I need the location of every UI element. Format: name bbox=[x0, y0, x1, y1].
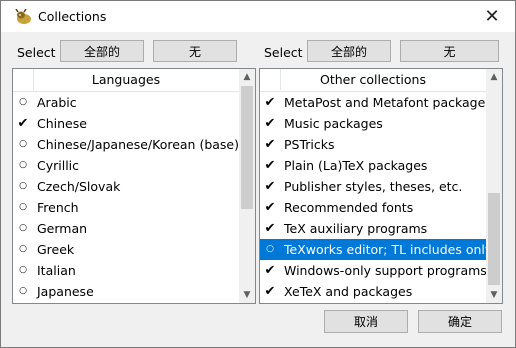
list-item-label: Recommended fonts bbox=[284, 200, 414, 215]
checkmark-icon[interactable]: ✔ bbox=[264, 134, 276, 155]
list-item[interactable]: ○ Japanese bbox=[13, 281, 239, 302]
list-item-label: Publisher styles, theses, etc. bbox=[284, 179, 463, 194]
list-item[interactable]: ○ German bbox=[13, 218, 239, 239]
scroll-up-arrow-icon[interactable]: ▲ bbox=[239, 69, 255, 85]
scroll-down-arrow-icon[interactable]: ▼ bbox=[239, 287, 255, 303]
left-select-label: Select bbox=[17, 45, 56, 60]
list-item-label: MetaPost and Metafont packages bbox=[284, 95, 492, 110]
unchecked-bullet-icon[interactable]: ○ bbox=[17, 260, 29, 281]
other-collections-scrollbar[interactable]: ▲ ▼ bbox=[486, 69, 502, 303]
unchecked-bullet-icon[interactable]: ○ bbox=[17, 176, 29, 197]
right-select-label: Select bbox=[264, 45, 303, 60]
scroll-down-arrow-icon[interactable]: ▼ bbox=[486, 287, 502, 303]
right-select-none-button[interactable]: 无 bbox=[400, 40, 499, 62]
list-item[interactable]: ✔ TeX auxiliary programs bbox=[260, 218, 486, 239]
list-item-label: Chinese/Japanese/Korean (base) bbox=[37, 137, 240, 152]
unchecked-bullet-icon[interactable]: ○ bbox=[17, 134, 29, 155]
checkmark-icon[interactable]: ✔ bbox=[264, 155, 276, 176]
left-select-none-button[interactable]: 无 bbox=[153, 40, 237, 62]
languages-header-label: Languages bbox=[91, 72, 161, 87]
unchecked-bullet-icon[interactable]: ○ bbox=[17, 92, 29, 113]
checkmark-icon[interactable]: ✔ bbox=[17, 113, 29, 134]
languages-header: Languages bbox=[13, 69, 239, 92]
list-item-label: PSTricks bbox=[284, 137, 335, 152]
other-collections-header: Other collections bbox=[260, 69, 486, 92]
close-icon: ✕ bbox=[484, 6, 500, 27]
list-item-label: Chinese bbox=[37, 116, 87, 131]
list-item-label: French bbox=[37, 200, 79, 215]
list-item[interactable]: ○ Czech/Slovak bbox=[13, 176, 239, 197]
languages-list[interactable]: Languages ○ Arabic ✔ Chinese ○ Chinese/Japane… bbox=[12, 68, 256, 304]
right-select-all-button[interactable]: 全部的 bbox=[307, 40, 391, 62]
list-item[interactable]: ✔ PSTricks bbox=[260, 134, 486, 155]
scroll-thumb[interactable] bbox=[488, 193, 500, 285]
checkmark-icon[interactable]: ✔ bbox=[264, 92, 276, 113]
list-item-label: XeTeX and packages bbox=[284, 284, 413, 299]
unchecked-bullet-icon[interactable]: ○ bbox=[17, 281, 29, 302]
list-item[interactable]: ○ Greek bbox=[13, 239, 239, 260]
list-item[interactable]: ✔ Chinese bbox=[13, 113, 239, 134]
list-item-label: Windows-only support programs bbox=[284, 263, 487, 278]
list-item[interactable]: ○ Chinese/Japanese/Korean (base) bbox=[13, 134, 239, 155]
unchecked-bullet-icon[interactable]: ○ bbox=[17, 197, 29, 218]
list-item[interactable]: ○ TeXworks editor; TL includes only bbox=[260, 239, 492, 260]
other-collections-header-label: Other collections bbox=[320, 72, 426, 87]
list-item[interactable]: ✔ XeTeX and packages bbox=[260, 281, 486, 302]
checkmark-icon[interactable]: ✔ bbox=[264, 281, 276, 302]
list-item-label: TeXworks editor; TL includes only bbox=[284, 242, 493, 257]
cancel-button[interactable]: 取消 bbox=[324, 310, 408, 333]
list-item[interactable]: ○ Italian bbox=[13, 260, 239, 281]
list-item-label: Music packages bbox=[284, 116, 383, 131]
list-item[interactable]: ✔ Windows-only support programs bbox=[260, 260, 487, 281]
list-item[interactable]: ✔ Publisher styles, theses, etc. bbox=[260, 176, 486, 197]
list-item[interactable]: ○ Arabic bbox=[13, 92, 239, 113]
list-item-label: Arabic bbox=[37, 95, 77, 110]
list-item-label: German bbox=[37, 221, 88, 236]
ok-button[interactable]: 确定 bbox=[418, 310, 502, 333]
other-collections-items: ✔ MetaPost and Metafont packages ✔ Music pa… bbox=[260, 92, 492, 302]
list-item[interactable]: ✔ Plain (La)TeX packages bbox=[260, 155, 486, 176]
list-item-label: Greek bbox=[37, 242, 75, 257]
checkmark-icon[interactable]: ✔ bbox=[264, 176, 276, 197]
unchecked-bullet-icon[interactable]: ○ bbox=[17, 218, 29, 239]
list-item-label: Italian bbox=[37, 263, 76, 278]
list-item-label: Czech/Slovak bbox=[37, 179, 121, 194]
window-title: Collections bbox=[38, 9, 107, 24]
list-item[interactable]: ✔ MetaPost and Metafont packages bbox=[260, 92, 492, 113]
list-item-label: TeX auxiliary programs bbox=[284, 221, 428, 236]
list-item-label: Plain (La)TeX packages bbox=[284, 158, 428, 173]
title-bar: Collections ✕ bbox=[1, 1, 515, 32]
unchecked-bullet-icon[interactable]: ○ bbox=[17, 155, 29, 176]
languages-scrollbar[interactable]: ▲ ▼ bbox=[239, 69, 255, 303]
list-item[interactable]: ✔ Music packages bbox=[260, 113, 486, 134]
checkmark-icon[interactable]: ✔ bbox=[264, 260, 276, 281]
languages-items: ○ Arabic ✔ Chinese ○ Chinese/Japanese/Korean … bbox=[13, 92, 239, 302]
list-item[interactable]: ○ Cyrillic bbox=[13, 155, 239, 176]
unchecked-bullet-icon[interactable]: ○ bbox=[17, 239, 29, 260]
unchecked-bullet-icon[interactable]: ○ bbox=[264, 239, 276, 260]
list-item[interactable]: ✔ Recommended fonts bbox=[260, 197, 486, 218]
scroll-thumb[interactable] bbox=[241, 86, 253, 209]
collections-dialog: Collections ✕ Select 全部的 无 Select 全部的 无 … bbox=[0, 0, 516, 348]
list-item[interactable]: ○ French bbox=[13, 197, 239, 218]
other-collections-list[interactable]: Other collections ✔ MetaPost and Metafont… bbox=[259, 68, 503, 304]
checkmark-icon[interactable]: ✔ bbox=[264, 113, 276, 134]
list-item-label: Japanese bbox=[37, 284, 94, 299]
checkmark-icon[interactable]: ✔ bbox=[264, 218, 276, 239]
scroll-up-arrow-icon[interactable]: ▲ bbox=[486, 69, 502, 85]
list-item-label: Cyrillic bbox=[37, 158, 80, 173]
checkmark-icon[interactable]: ✔ bbox=[264, 197, 276, 218]
left-select-all-button[interactable]: 全部的 bbox=[60, 40, 144, 62]
close-button[interactable]: ✕ bbox=[469, 1, 515, 32]
gnu-icon bbox=[15, 9, 31, 24]
